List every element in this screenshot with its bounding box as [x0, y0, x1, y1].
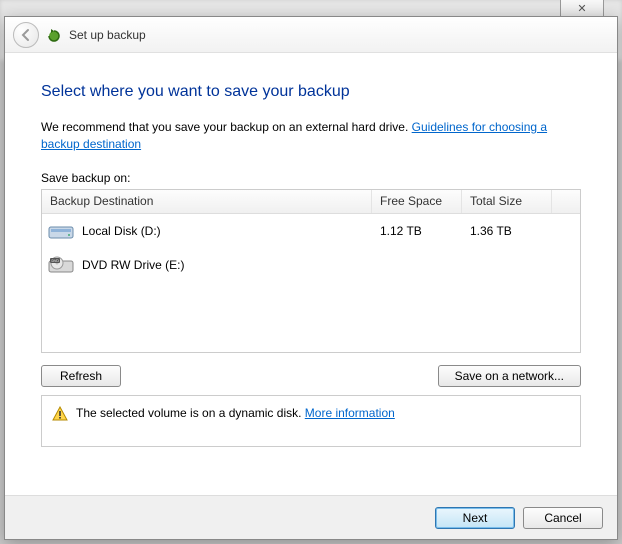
recommendation-text-pre: We recommend that you save your backup o…	[41, 120, 412, 134]
info-text-container: The selected volume is on a dynamic disk…	[76, 406, 395, 420]
save-on-label: Save backup on:	[41, 171, 581, 185]
content-area: Select where you want to save your backu…	[5, 53, 617, 495]
footer: Next Cancel	[5, 495, 617, 539]
more-information-link[interactable]: More information	[305, 406, 395, 420]
next-button[interactable]: Next	[435, 507, 515, 529]
column-header-spacer	[552, 190, 580, 213]
info-text: The selected volume is on a dynamic disk…	[76, 406, 305, 420]
drive-name: Local Disk (D:)	[82, 224, 161, 238]
backup-app-icon	[45, 26, 63, 44]
warning-icon	[52, 406, 68, 422]
titlebar: Set up backup	[5, 17, 617, 53]
wizard-window: Set up backup Select where you want to s…	[4, 16, 618, 540]
column-header-total-size[interactable]: Total Size	[462, 190, 552, 213]
drive-list-header: Backup Destination Free Space Total Size	[42, 190, 580, 214]
drive-list: Backup Destination Free Space Total Size…	[41, 189, 581, 353]
svg-text:DVD: DVD	[52, 259, 60, 263]
drive-row[interactable]: DVD DVD RW Drive (E:)	[42, 248, 580, 282]
drive-name: DVD RW Drive (E:)	[82, 258, 184, 272]
drive-total-size: 1.36 TB	[462, 224, 552, 238]
dvd-drive-icon: DVD	[48, 254, 76, 276]
arrow-left-icon	[19, 28, 33, 42]
drive-free-space: 1.12 TB	[372, 224, 462, 238]
info-box: The selected volume is on a dynamic disk…	[41, 395, 581, 447]
back-button[interactable]	[13, 22, 39, 48]
cancel-button[interactable]: Cancel	[523, 507, 603, 529]
column-header-destination[interactable]: Backup Destination	[42, 190, 372, 213]
window-title: Set up backup	[69, 28, 146, 42]
save-on-network-button[interactable]: Save on a network...	[438, 365, 581, 387]
drive-row[interactable]: Local Disk (D:) 1.12 TB 1.36 TB	[42, 214, 580, 248]
hdd-icon	[48, 220, 76, 242]
column-header-free-space[interactable]: Free Space	[372, 190, 462, 213]
recommendation-text: We recommend that you save your backup o…	[41, 119, 581, 153]
refresh-button[interactable]: Refresh	[41, 365, 121, 387]
action-buttons-row: Refresh Save on a network...	[41, 365, 581, 387]
page-heading: Select where you want to save your backu…	[41, 83, 581, 101]
